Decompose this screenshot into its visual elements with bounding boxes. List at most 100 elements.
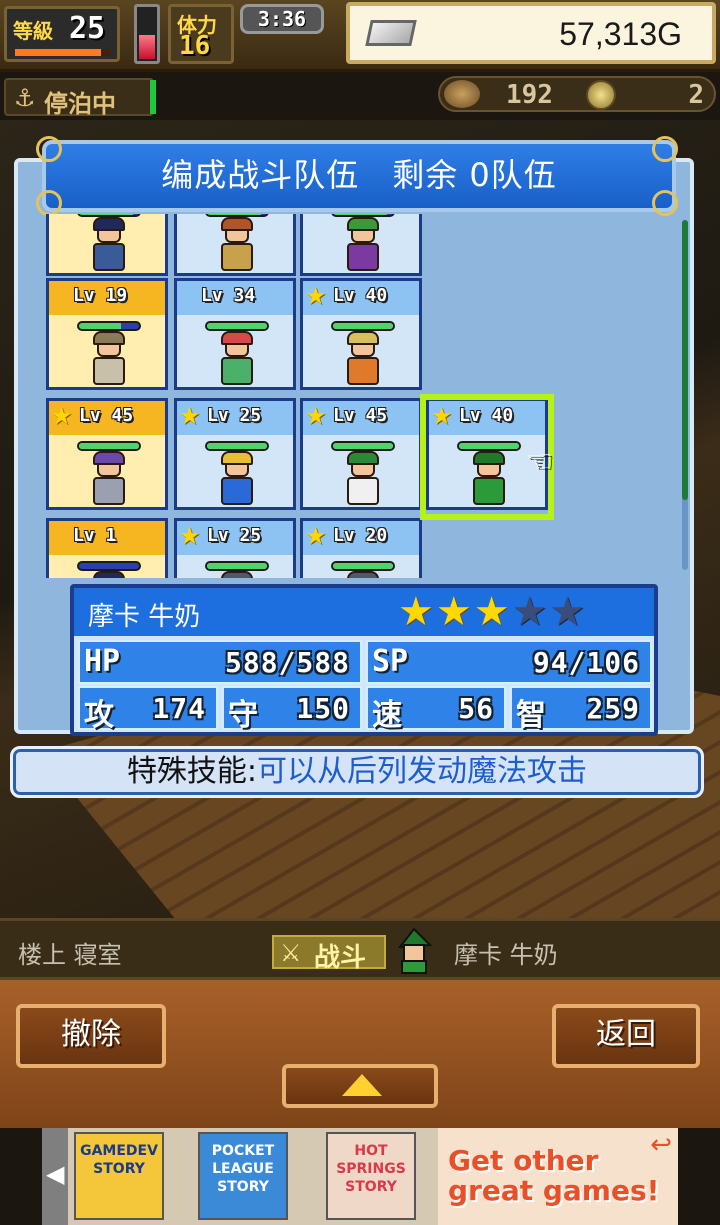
star-empty-icon: ★: [549, 589, 586, 635]
character-sprite: [87, 331, 131, 387]
card-hp-bar: [331, 561, 395, 571]
character-name: 摩卡 牛奶: [88, 602, 201, 632]
character-card[interactable]: ★ Lv 25: [174, 398, 296, 510]
card-hp-fill: [79, 214, 133, 215]
ad-cta[interactable]: ↩ Get other great games!: [438, 1128, 678, 1225]
room-status-bar: 楼上 寝室 ⚔ 战斗 摩卡 牛奶: [0, 918, 720, 980]
card-header: Lv 1: [49, 521, 165, 555]
star-icon: ★: [305, 282, 327, 310]
character-card[interactable]: Lv 19: [46, 278, 168, 390]
character-card[interactable]: [46, 214, 168, 276]
character-card[interactable]: [300, 214, 422, 276]
ad-prev-button[interactable]: ◀: [42, 1128, 68, 1225]
stat-defense-value: 150: [296, 692, 350, 725]
room-label: 楼上 寝室: [18, 941, 122, 969]
card-header: ★ Lv 40: [303, 281, 419, 315]
special-skill-bar: 特殊技能:可以从后列发动魔法攻击: [10, 746, 704, 798]
ad-game-2[interactable]: POCKET LEAGUE STORY: [198, 1132, 288, 1220]
star-icon: ★: [51, 402, 73, 430]
character-card[interactable]: ★ Lv 45: [300, 398, 422, 510]
scroll-up-button[interactable]: [282, 1064, 438, 1108]
stamina-box: 体力 16: [168, 4, 234, 64]
stat-attack: 攻 174: [78, 686, 218, 733]
card-level: Lv 45: [79, 405, 134, 426]
status-indicator: [150, 80, 156, 114]
stat-sp-label: SP: [372, 644, 409, 679]
grid-scroll-thumb[interactable]: [682, 220, 688, 500]
stat-sp: SP 94/106: [366, 640, 652, 684]
ad-banner[interactable]: ◀ GAMEDEV STORY POCKET LEAGUE STORY HOT …: [42, 1128, 678, 1225]
level-value: 25: [69, 11, 106, 46]
card-hp-bar: [205, 561, 269, 571]
card-hp-bar: [331, 441, 395, 451]
star-empty-icon: ★: [511, 589, 548, 635]
stat-hp: HP 588/588: [78, 640, 362, 684]
character-card[interactable]: Lv 1: [46, 518, 168, 578]
stat-speed: 速 56: [366, 686, 506, 733]
character-card[interactable]: ★ Lv 40: [300, 278, 422, 390]
card-header: Lv 34: [177, 281, 293, 315]
corner-ornament: [36, 190, 62, 216]
silver-bar-icon: [365, 20, 417, 46]
panel-title: 编成战斗队伍 剩余 0队伍: [42, 140, 676, 212]
stamina-gauge-fill: [139, 34, 155, 59]
character-card[interactable]: ★ Lv 45: [46, 398, 168, 510]
battle-label: 战斗: [314, 943, 367, 973]
card-hp-fill: [333, 214, 387, 215]
battle-tag: ⚔ 战斗: [272, 935, 386, 973]
character-sprite: [341, 451, 385, 507]
stat-attack-value: 174: [152, 692, 206, 725]
character-card[interactable]: Lv 34: [174, 278, 296, 390]
card-hp-bar: [77, 561, 141, 571]
grid-scrollbar[interactable]: [682, 220, 688, 570]
card-level: Lv 45: [333, 405, 388, 426]
resource-count-2: 2: [688, 80, 704, 110]
star-icon: ★: [305, 402, 327, 430]
character-card[interactable]: ★ Lv 20: [300, 518, 422, 578]
card-hp-fill: [207, 323, 267, 329]
skill-description: 可以从后列发动魔法攻击: [257, 754, 588, 789]
card-hp-fill: [207, 443, 267, 449]
card-hp-fill: [207, 563, 267, 569]
level-progress-fill: [15, 49, 102, 56]
clock: 3:36: [240, 4, 324, 34]
ad-game-3[interactable]: HOT SPRINGS STORY: [326, 1132, 416, 1220]
star-icon: ★: [305, 522, 327, 550]
resource-box: 192 2: [438, 76, 716, 112]
character-card[interactable]: [174, 214, 296, 276]
card-hp-bar: [77, 321, 141, 331]
card-level: Lv 34: [201, 285, 256, 306]
stat-sp-value: 94/106: [532, 646, 640, 679]
card-level: Lv 25: [207, 405, 262, 426]
corner-ornament: [652, 190, 678, 216]
stat-speed-value: 56: [458, 692, 494, 725]
character-sprite: [215, 571, 259, 578]
character-info-panel: 摩卡 牛奶 ★ ★ ★ ★ ★ HP 588/588 SP 94/106 攻 174 守…: [70, 584, 658, 736]
card-hp-bar: [331, 321, 395, 331]
character-card[interactable]: ★ Lv 25: [174, 518, 296, 578]
stat-defense-label: 守: [228, 698, 258, 733]
card-level: Lv 20: [333, 525, 388, 546]
stat-intelligence: 智 259: [510, 686, 652, 733]
character-sprite: [341, 217, 385, 273]
card-level: Lv 25: [207, 525, 262, 546]
ad-game-1[interactable]: GAMEDEV STORY: [74, 1132, 164, 1220]
card-hp-fill: [333, 443, 393, 449]
card-level: Lv 19: [73, 285, 128, 306]
card-hp-bar: [205, 321, 269, 331]
character-sprite: [87, 571, 131, 578]
stat-hp-label: HP: [84, 644, 121, 679]
back-button[interactable]: 返回: [552, 1004, 700, 1068]
stat-hp-value: 588/588: [224, 646, 350, 679]
character-grid[interactable]: Lv 19 Lv 34 ★ Lv 40 ★ Lv 45 ★ Lv 25 ★ Lv 45 ★ Lv 40…: [44, 214, 684, 578]
card-header: ★ Lv 20: [303, 521, 419, 555]
remove-button[interactable]: 撤除: [16, 1004, 166, 1068]
character-sprite: [341, 571, 385, 578]
medal-icon: [586, 80, 616, 110]
card-header: ★ Lv 45: [49, 401, 165, 435]
stamina-gauge: [134, 4, 160, 64]
card-hp-bar: [77, 441, 141, 451]
level-progress-bar: [15, 49, 111, 56]
character-sprite: [215, 217, 259, 273]
rarity-stars: ★ ★ ★ ★ ★: [398, 592, 585, 632]
